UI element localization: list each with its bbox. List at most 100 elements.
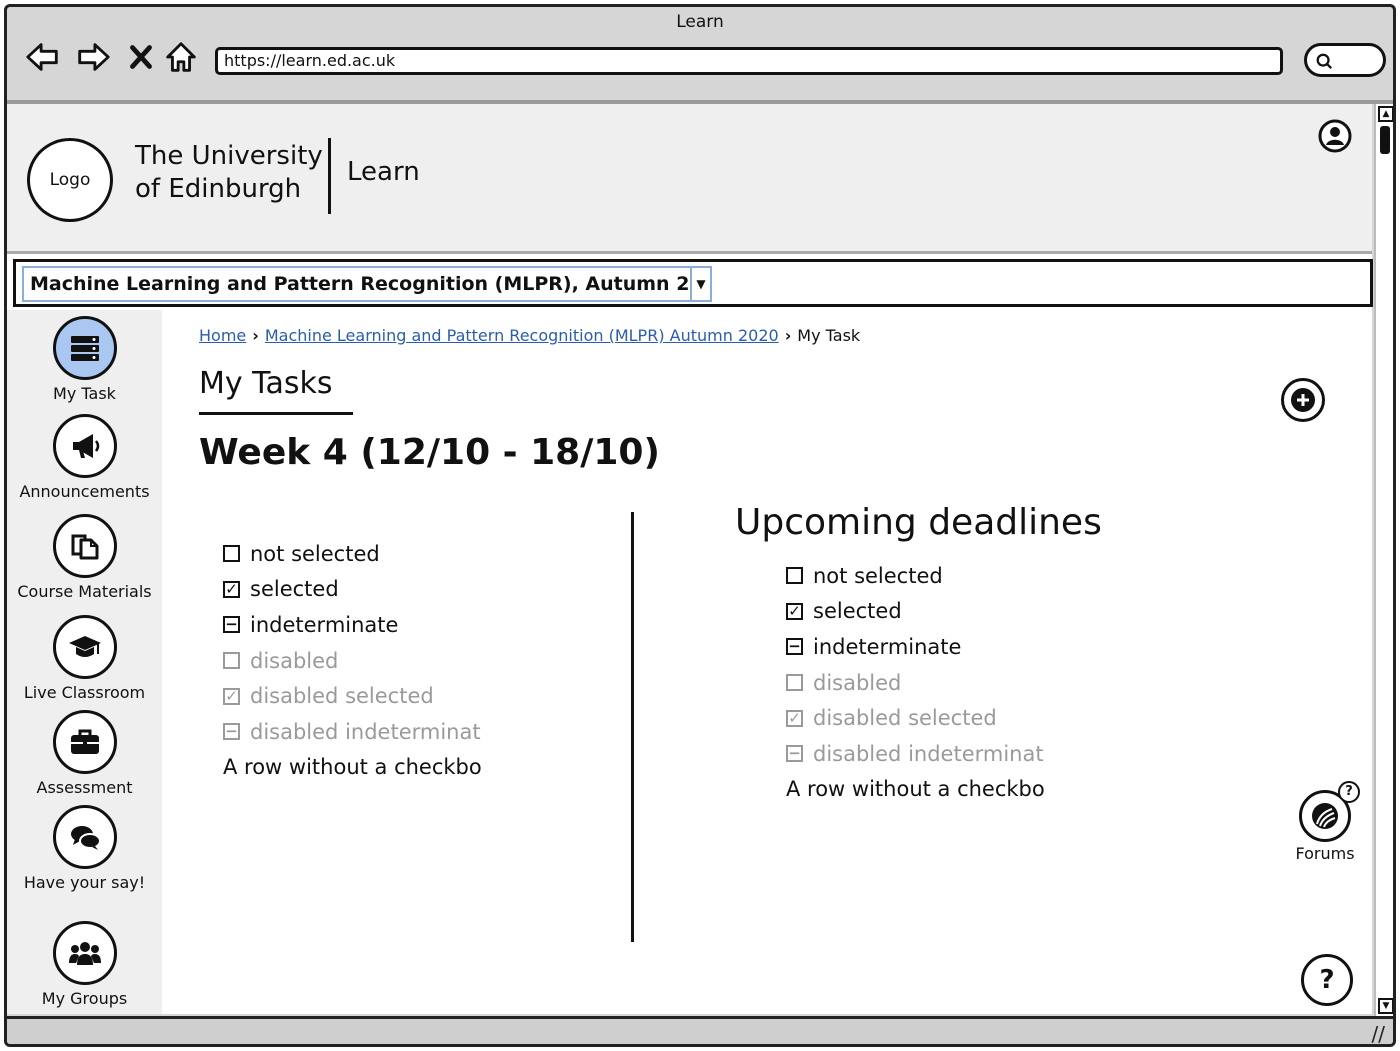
sidebar-item-course-materials[interactable]: Course Materials [7, 514, 162, 601]
course-bar: Machine Learning and Pattern Recognition… [13, 259, 1373, 307]
title-underline [199, 412, 353, 415]
scroll-up-icon[interactable]: ▲ [1378, 106, 1393, 122]
scroll-down-icon[interactable]: ▼ [1378, 998, 1393, 1014]
resize-grip-icon[interactable]: // [1372, 1022, 1385, 1044]
course-select[interactable]: Machine Learning and Pattern Recognition… [22, 266, 712, 302]
sidebar-icon-wrap [52, 710, 117, 774]
help-button[interactable]: ? [1301, 954, 1353, 1006]
home-button[interactable] [161, 37, 201, 77]
back-button[interactable] [23, 37, 63, 77]
task-row: disabled [223, 643, 482, 679]
task-row: ✓ disabled selected [223, 678, 482, 714]
header-divider [328, 138, 331, 214]
megaphone-icon [72, 434, 99, 458]
task-label: not selected [250, 541, 380, 566]
breadcrumb: Home › Machine Learning and Pattern Recogn… [199, 326, 860, 345]
chevron-right-icon: › [252, 326, 259, 345]
sidebar-icon-wrap [52, 805, 117, 869]
task-row: − disabled indeterminat [223, 714, 482, 750]
site-header: Logo The University of Edinburgh Learn [7, 104, 1372, 254]
stop-button[interactable] [121, 37, 161, 77]
task-label: indeterminate [813, 634, 962, 659]
comments-icon [70, 826, 101, 850]
sidebar-item-label: My Groups [41, 989, 128, 1008]
breadcrumb-course-link[interactable]: Machine Learning and Pattern Recognition… [265, 326, 779, 345]
task-checkbox[interactable] [223, 545, 240, 563]
forums-icon-wrap: ? [1299, 781, 1360, 842]
sidebar-item-label: Live Classroom [23, 683, 146, 702]
sidebar: My Task Announcements Course Materials L… [7, 310, 162, 1014]
help-badge-icon: ? [1338, 781, 1360, 803]
task-row[interactable]: − indeterminate [786, 629, 1045, 665]
task-label: A row without a checkbo [786, 777, 1045, 802]
sidebar-item-assessment[interactable]: Assessment [7, 710, 162, 797]
copy-icon [71, 534, 98, 560]
task-checkbox: − [786, 745, 803, 763]
task-row[interactable]: not selected [223, 536, 482, 572]
task-row[interactable]: ✓ selected [786, 594, 1045, 630]
task-checkbox [786, 674, 803, 692]
add-task-button[interactable] [1281, 378, 1325, 422]
week-task-list: not selected ✓ selected − indeterminate disab… [223, 536, 482, 785]
task-label: disabled [813, 670, 902, 695]
briefcase-icon [70, 729, 99, 754]
arrow-left-icon [26, 43, 58, 71]
sidebar-item-my-task[interactable]: My Task [7, 316, 162, 403]
task-checkbox [223, 652, 240, 670]
task-label: disabled indeterminat [250, 719, 481, 744]
page-title: My Tasks [199, 366, 333, 401]
sidebar-item-label: Course Materials [17, 582, 152, 601]
forums-button[interactable]: ? Forums [1289, 781, 1361, 863]
forums-label: Forums [1295, 844, 1355, 863]
browser-window: Learn https://learn.ed.ac.uk Logo The Un… [4, 4, 1396, 1047]
column-divider [631, 512, 634, 942]
sidebar-icon-wrap [52, 414, 117, 478]
status-bar: // [7, 1016, 1393, 1044]
task-label: disabled selected [250, 684, 434, 709]
sidebar-icon-wrap [52, 615, 117, 679]
task-checkbox: ✓ [786, 709, 803, 727]
task-checkbox[interactable]: − [786, 638, 803, 656]
scrollbar[interactable]: ▲ ▼ [1374, 104, 1393, 1016]
url-bar[interactable]: https://learn.ed.ac.uk [215, 47, 1283, 75]
task-checkbox: − [223, 723, 240, 741]
task-row[interactable]: not selected [786, 558, 1045, 594]
task-row: − disabled indeterminat [786, 736, 1045, 772]
sidebar-item-have-your-say[interactable]: Have your say! [7, 805, 162, 892]
breadcrumb-current: My Task [797, 326, 861, 345]
sidebar-item-label: My Task [53, 384, 116, 403]
forward-button[interactable] [73, 37, 113, 77]
task-checkbox[interactable] [786, 567, 803, 585]
task-row: disabled [786, 665, 1045, 701]
sidebar-item-live-classroom[interactable]: Live Classroom [7, 615, 162, 702]
upcoming-task-list: not selected ✓ selected − indeterminate disab… [786, 558, 1045, 807]
sidebar-icon-wrap [52, 316, 117, 380]
task-row[interactable]: ✓ selected [223, 572, 482, 608]
task-label: A row without a checkbo [223, 755, 482, 780]
sidebar-icon-wrap [52, 514, 117, 578]
task-row: ✓ disabled selected [786, 700, 1045, 736]
home-icon [166, 42, 196, 72]
chevron-down-icon[interactable]: ▼ [690, 266, 712, 302]
sidebar-item-my-groups[interactable]: My Groups [7, 921, 162, 1008]
task-row[interactable]: − indeterminate [223, 607, 482, 643]
search-icon [1316, 53, 1332, 69]
task-checkbox: ✓ [223, 687, 240, 705]
week-title: Week 4 (12/10 - 18/10) [199, 432, 660, 473]
task-checkbox[interactable]: ✓ [223, 580, 240, 598]
sidebar-item-announcements[interactable]: Announcements [7, 414, 162, 501]
task-label: disabled [250, 648, 339, 673]
task-checkbox[interactable]: ✓ [786, 602, 803, 620]
breadcrumb-home-link[interactable]: Home [199, 326, 246, 345]
task-checkbox[interactable]: − [223, 616, 240, 634]
scroll-thumb[interactable] [1380, 126, 1390, 154]
browser-search-input[interactable] [1304, 43, 1386, 77]
logo[interactable]: Logo [27, 138, 113, 222]
window-title: Learn [676, 12, 724, 32]
task-label: indeterminate [250, 612, 399, 637]
sidebar-item-label: Have your say! [23, 873, 146, 892]
task-row: A row without a checkbo [223, 750, 482, 786]
user-account-icon[interactable] [1317, 118, 1353, 154]
chevron-right-icon: › [784, 326, 792, 345]
server-icon [70, 336, 99, 361]
